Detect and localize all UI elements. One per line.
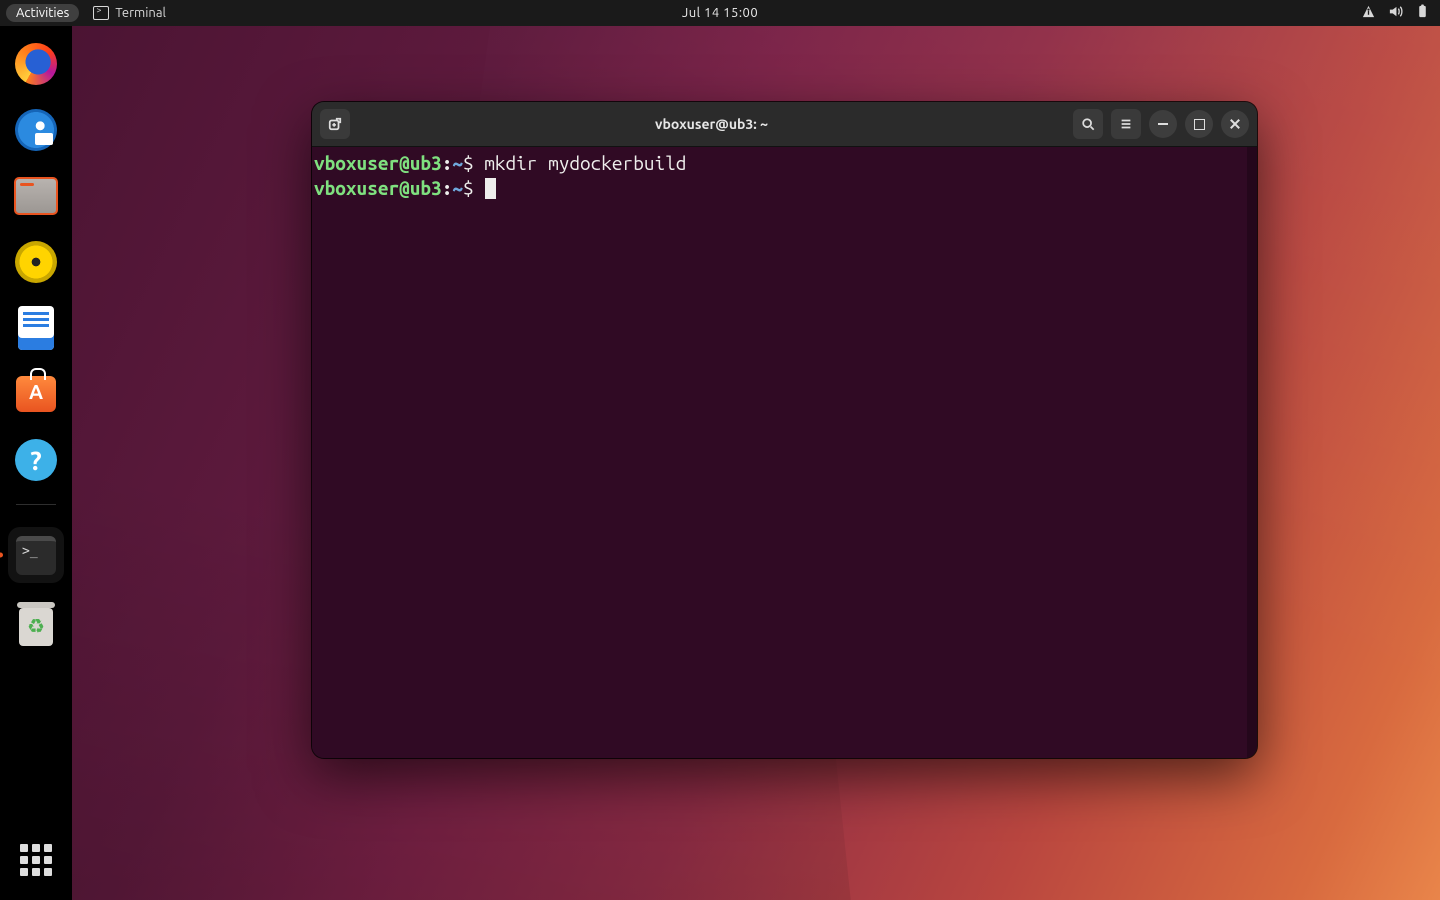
- dock-item-thunderbird[interactable]: [14, 108, 58, 152]
- volume-icon[interactable]: [1388, 4, 1403, 22]
- terminal-line: vboxuser@ub3:~$ mkdir mydockerbuild: [314, 151, 1255, 176]
- top-bar: Activities Terminal Jul 14 15:00: [0, 0, 1440, 26]
- show-applications-button[interactable]: [16, 840, 56, 880]
- terminal-line: vboxuser@ub3:~$: [314, 176, 1255, 201]
- search-icon: [1081, 117, 1095, 131]
- files-icon: [14, 177, 58, 215]
- thunderbird-icon: [15, 109, 57, 151]
- dock-item-terminal[interactable]: [8, 527, 64, 583]
- dock-item-libreoffice-writer[interactable]: [14, 306, 58, 350]
- new-tab-icon: [328, 117, 342, 131]
- ubuntu-software-icon: [16, 376, 56, 412]
- dock-item-firefox[interactable]: [14, 42, 58, 86]
- clock[interactable]: Jul 14 15:00: [682, 6, 758, 20]
- firefox-icon: [15, 43, 57, 85]
- hamburger-icon: [1119, 117, 1133, 131]
- terminal-window: vboxuser@ub3: ~: [312, 102, 1257, 758]
- minimize-button[interactable]: [1149, 110, 1177, 138]
- window-title: vboxuser@ub3: ~: [358, 116, 1065, 132]
- maximize-icon: [1194, 119, 1205, 130]
- terminal-icon: [93, 6, 109, 20]
- dock-item-trash[interactable]: [14, 605, 58, 649]
- dock-separator: [16, 504, 56, 505]
- minimize-icon: [1158, 123, 1168, 125]
- search-button[interactable]: [1073, 109, 1103, 139]
- menu-button[interactable]: [1111, 109, 1141, 139]
- close-icon: [1229, 118, 1241, 130]
- trash-icon: [19, 608, 53, 646]
- dock: ?: [0, 26, 72, 900]
- dock-item-files[interactable]: [14, 174, 58, 218]
- desktop-wallpaper: vboxuser@ub3: ~: [72, 26, 1440, 900]
- terminal-scrollbar[interactable]: [1247, 147, 1257, 758]
- help-icon: ?: [15, 439, 57, 481]
- close-button[interactable]: [1221, 110, 1249, 138]
- rhythmbox-icon: [15, 241, 57, 283]
- dock-item-rhythmbox[interactable]: [14, 240, 58, 284]
- system-tray: [1361, 4, 1434, 22]
- terminal-app-icon: [16, 536, 56, 575]
- libreoffice-writer-icon: [18, 306, 54, 350]
- network-icon[interactable]: [1361, 4, 1376, 22]
- new-tab-button[interactable]: [320, 109, 350, 139]
- window-titlebar[interactable]: vboxuser@ub3: ~: [312, 102, 1257, 147]
- active-app-indicator[interactable]: Terminal: [93, 6, 166, 20]
- terminal-body[interactable]: vboxuser@ub3:~$ mkdir mydockerbuildvboxu…: [312, 147, 1257, 758]
- dock-item-ubuntu-software[interactable]: [14, 372, 58, 416]
- active-app-label: Terminal: [115, 6, 166, 20]
- activities-button[interactable]: Activities: [6, 4, 79, 22]
- dock-item-help[interactable]: ?: [14, 438, 58, 482]
- terminal-cursor: [485, 178, 496, 199]
- battery-icon[interactable]: [1415, 4, 1430, 22]
- maximize-button[interactable]: [1185, 110, 1213, 138]
